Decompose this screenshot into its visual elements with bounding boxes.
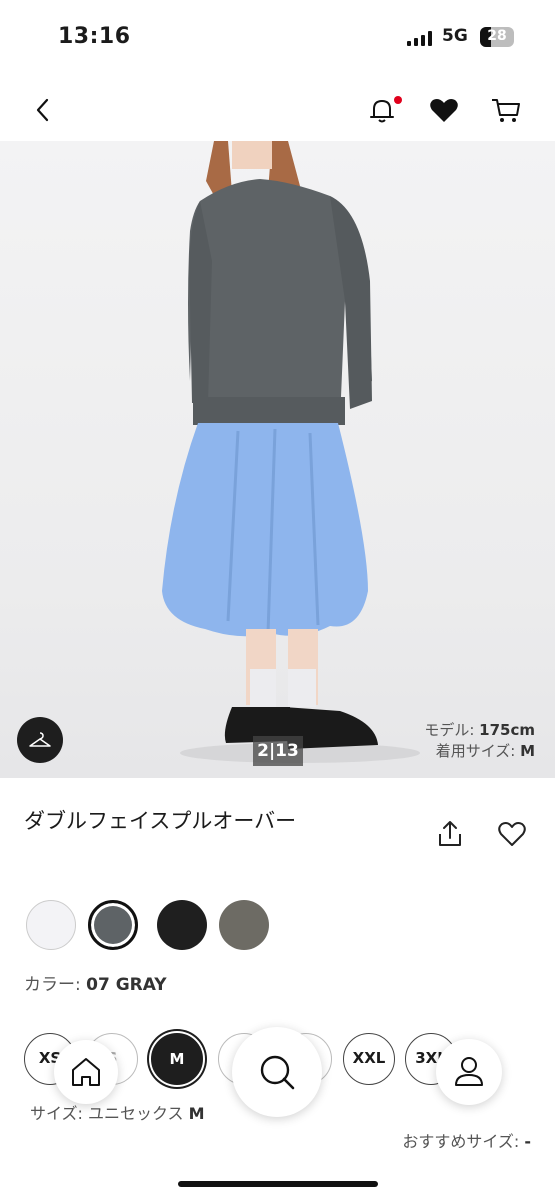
product-image-gallery[interactable]: 2|13 モデル: 175cm 着用サイズ: M	[0, 141, 555, 778]
size-option-xxl[interactable]: XXL	[343, 1033, 395, 1085]
network-type: 5G	[442, 26, 468, 46]
cart-button[interactable]	[486, 90, 526, 130]
back-button[interactable]	[24, 90, 64, 130]
home-indicator	[178, 1181, 378, 1187]
status-time: 13:16	[58, 24, 131, 49]
favorite-button[interactable]	[496, 818, 528, 850]
notifications-button[interactable]	[362, 90, 402, 130]
chevron-left-icon	[36, 98, 49, 122]
model-size: 着用サイズ: M	[435, 742, 535, 760]
signal-icon	[407, 30, 435, 46]
model-info: モデル: 175cm 着用サイズ: M	[424, 720, 535, 762]
image-counter: 2|13	[253, 736, 303, 766]
battery-icon: 28	[480, 27, 514, 47]
product-photo	[162, 141, 420, 763]
size-option-m[interactable]: M	[151, 1033, 203, 1085]
recommended-size: おすすめサイズ: -	[402, 1132, 531, 1151]
color-swatch-olive[interactable]	[219, 900, 269, 950]
search-icon	[260, 1055, 295, 1090]
color-swatch-gray[interactable]	[88, 900, 138, 950]
model-height: モデル: 175cm	[424, 721, 535, 739]
home-icon	[72, 1058, 100, 1086]
try-on-button[interactable]	[17, 717, 63, 763]
account-icon	[455, 1057, 483, 1086]
favorites-button[interactable]	[424, 90, 464, 130]
color-swatch-white[interactable]	[26, 900, 76, 950]
top-nav	[0, 80, 555, 140]
color-label: カラー: 07 GRAY	[24, 975, 167, 995]
heart-outline-icon	[498, 822, 526, 846]
home-button[interactable]	[54, 1040, 118, 1104]
share-button[interactable]	[434, 818, 466, 850]
product-title: ダブルフェイスプルオーバー	[24, 809, 297, 833]
cart-icon	[492, 99, 520, 122]
heart-filled-icon	[430, 99, 458, 122]
color-swatch-black[interactable]	[157, 900, 207, 950]
hanger-icon	[29, 732, 51, 747]
notification-dot	[394, 96, 402, 104]
search-button[interactable]	[232, 1027, 322, 1117]
share-icon	[439, 821, 461, 846]
battery-level: 28	[487, 28, 507, 44]
account-button[interactable]	[436, 1039, 502, 1105]
status-bar: 13:16 5G 28	[0, 0, 555, 72]
